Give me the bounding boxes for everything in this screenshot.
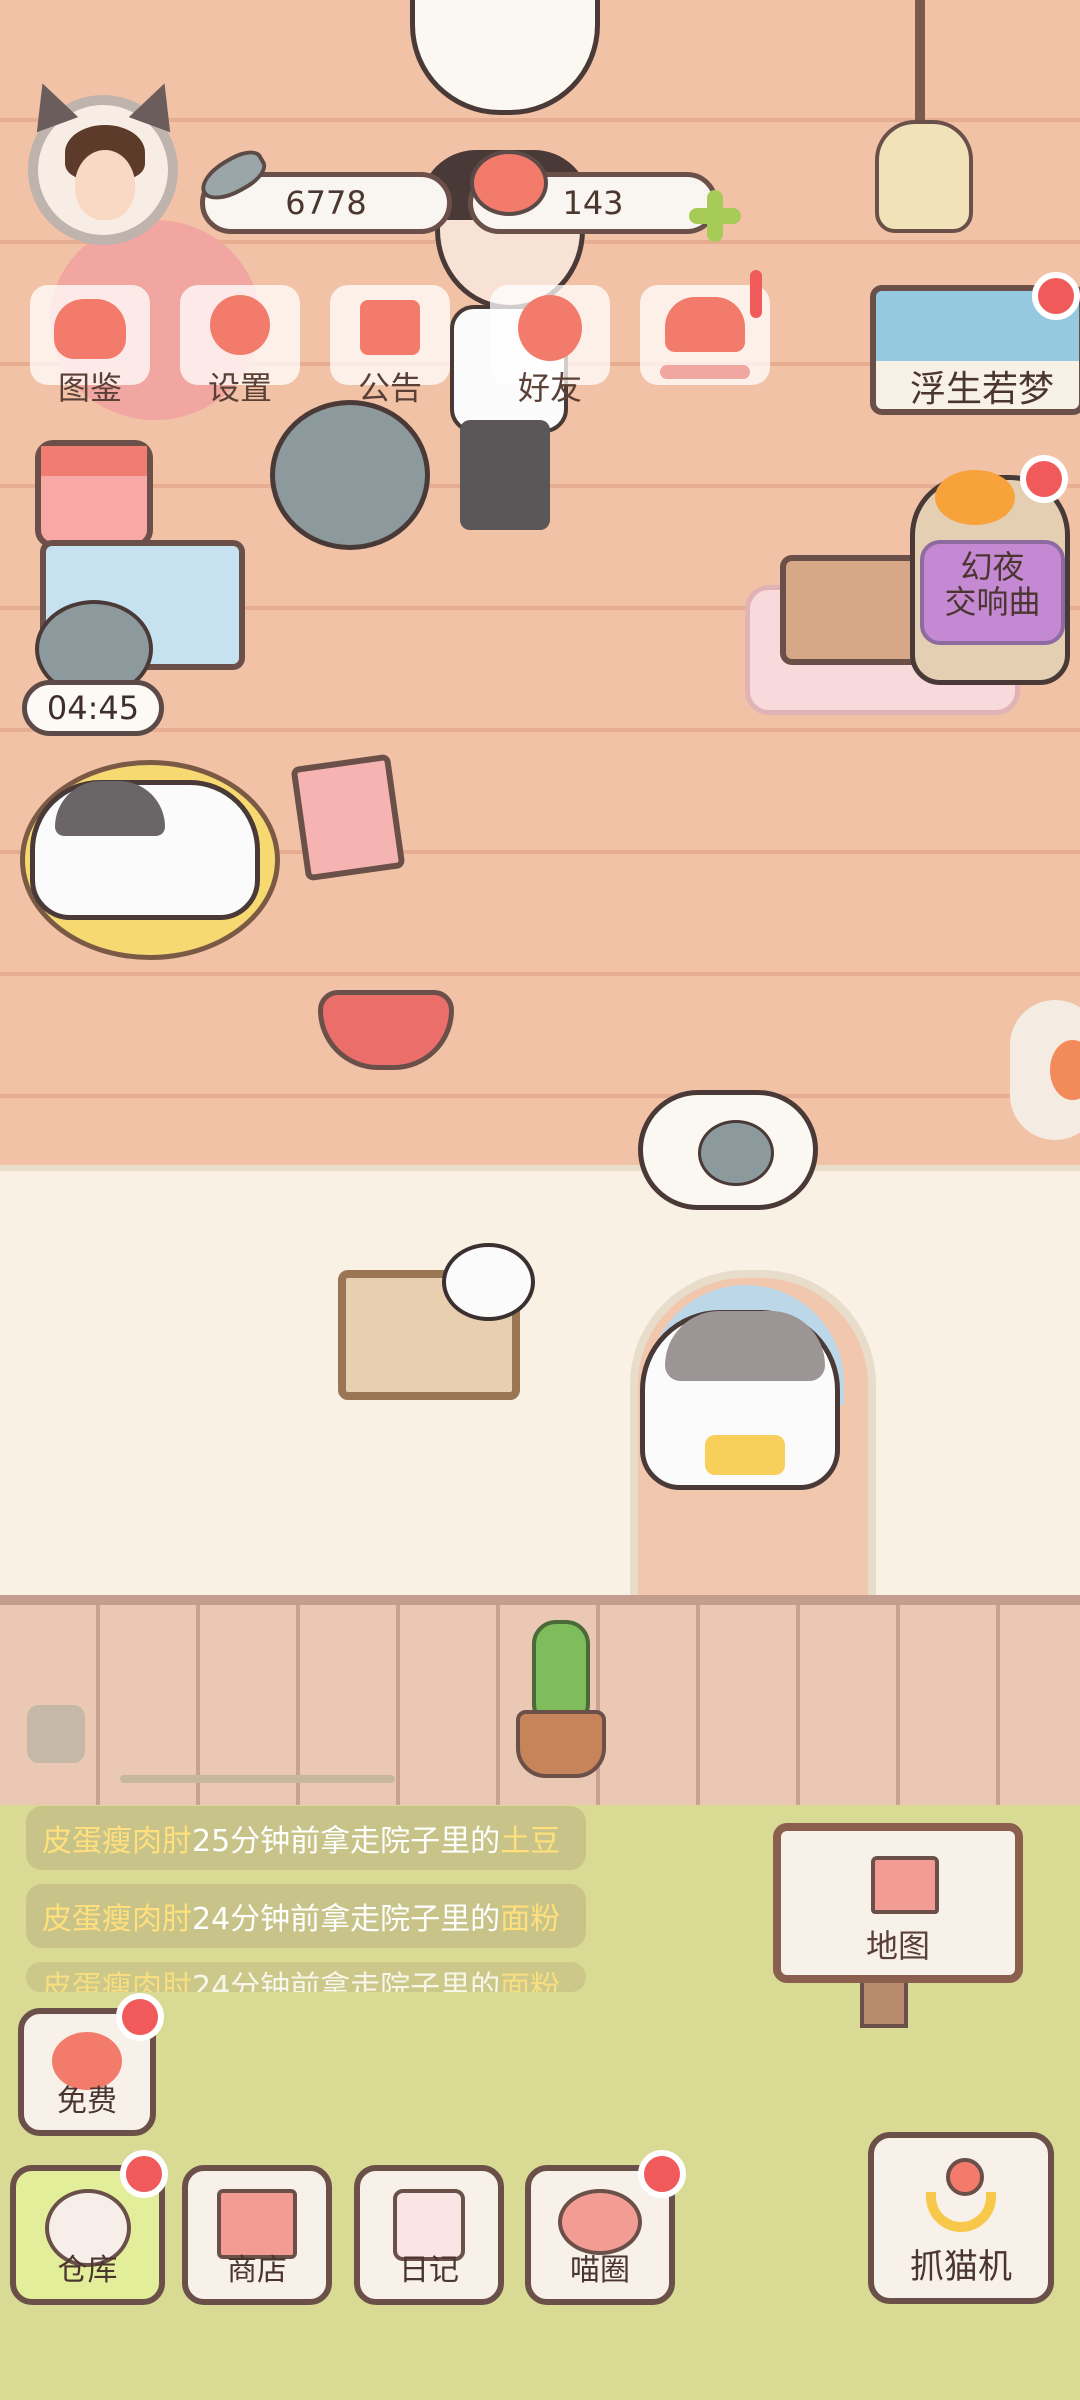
log-message: 皮蛋瘦肉肘 25分钟前拿走院子里的 土豆 xyxy=(26,1806,586,1870)
wooden-crate xyxy=(780,555,930,665)
event-halloween-badge[interactable]: 幻夜 交响曲 xyxy=(920,540,1065,645)
meow-circle-label: 喵圈 xyxy=(570,2253,630,2288)
event-main-dot xyxy=(1032,272,1080,320)
avatar-face xyxy=(75,150,135,220)
chat-toggle-icon[interactable] xyxy=(27,1705,85,1763)
panda-decoration xyxy=(442,1243,535,1321)
grey-cat-door[interactable] xyxy=(640,1310,840,1490)
house-icon xyxy=(871,1856,939,1914)
gift-icon xyxy=(360,300,420,355)
fish-amount: 6778 xyxy=(285,184,367,222)
map-button[interactable]: 地图 xyxy=(773,1823,1023,1983)
map-label: 地图 xyxy=(865,1927,930,1965)
heart-mail-icon xyxy=(665,297,745,352)
claw-machine-button[interactable]: 抓猫机 xyxy=(868,2132,1054,2304)
shop-button[interactable]: 商店 xyxy=(182,2165,332,2305)
countdown-timer: 04:45 xyxy=(22,680,164,736)
halloween-badge-dot xyxy=(1020,455,1068,503)
mail-progress-bar xyxy=(660,365,750,379)
friends-icon xyxy=(518,295,582,361)
log-message: 皮蛋瘦肉肘 24分钟前拿走院子里的 面粉 xyxy=(26,1884,586,1948)
meow-circle-button-dot xyxy=(638,2150,686,2198)
menu-settings-label: 设置 xyxy=(207,369,272,407)
broom xyxy=(875,0,973,233)
cactus-pot[interactable] xyxy=(512,1620,606,1778)
diary-label: 日记 xyxy=(399,2253,459,2288)
event-side-label: 幻夜 交响曲 xyxy=(944,548,1041,622)
calendar-icon[interactable] xyxy=(35,440,153,548)
claw-machine-label: 抓猫机 xyxy=(910,2247,1012,2287)
free-label: 免费 xyxy=(57,2084,117,2119)
gear-icon xyxy=(210,295,270,355)
heart-amount: 143 xyxy=(562,184,624,222)
room-wall xyxy=(0,1165,1080,1601)
storage-button-dot xyxy=(120,2150,168,2198)
mouse-speech-bubble xyxy=(638,1090,818,1210)
menu-friends-label: 好友 xyxy=(517,369,582,407)
white-cat[interactable] xyxy=(30,780,260,920)
menu-notice-label: 公告 xyxy=(357,369,422,407)
menu-collection-label: 图鉴 xyxy=(57,369,122,407)
cat-book-icon xyxy=(54,299,126,359)
add-currency-plus-icon[interactable] xyxy=(685,186,745,246)
storage-label: 仓库 xyxy=(57,2253,118,2288)
grey-mouse[interactable] xyxy=(270,400,430,550)
log-divider xyxy=(120,1775,395,1783)
log-message: 皮蛋瘦肉肘 24分钟前拿走院子里的 面粉 xyxy=(26,1962,586,1992)
event-main-label: 浮生若梦 xyxy=(910,369,1055,410)
claw-icon xyxy=(921,2158,1001,2238)
pink-book[interactable] xyxy=(290,753,406,882)
diary-button[interactable]: 日记 xyxy=(354,2165,504,2305)
heart-face-icon xyxy=(470,150,548,216)
shop-label: 商店 xyxy=(227,2253,287,2288)
free-button-dot xyxy=(116,1993,164,2041)
mail-alert-icon xyxy=(750,270,762,318)
